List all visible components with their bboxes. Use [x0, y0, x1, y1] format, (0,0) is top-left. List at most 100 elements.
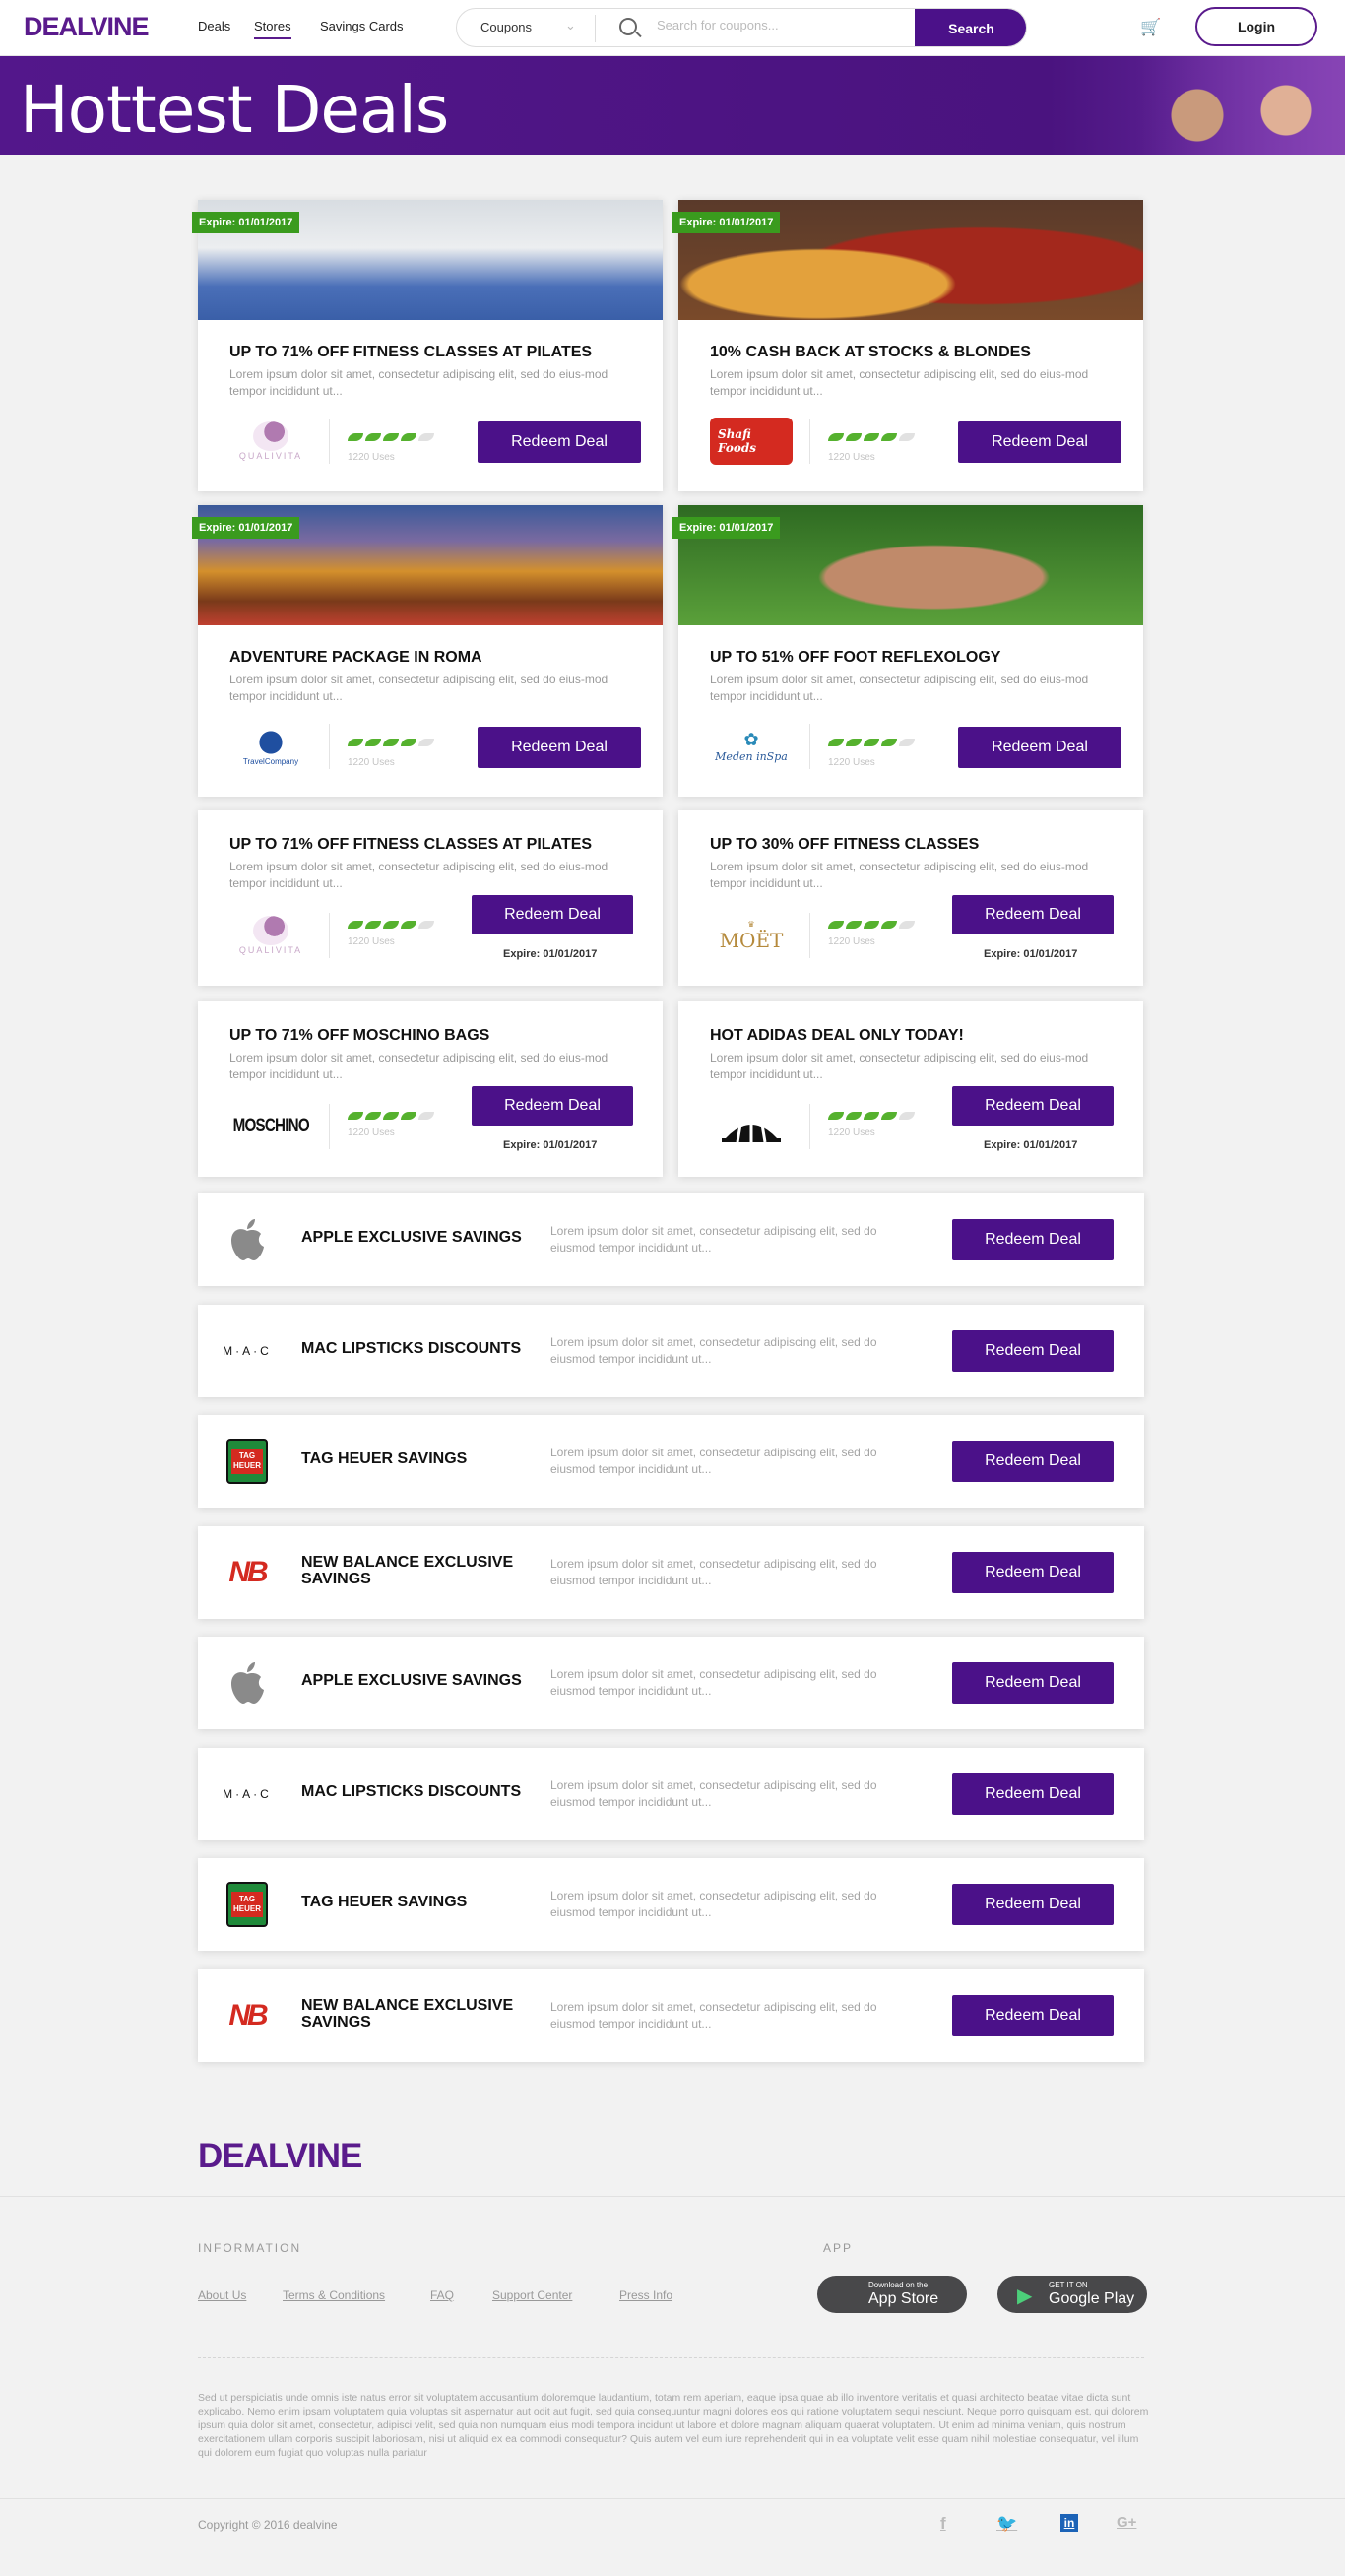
apple-logo [214, 1215, 281, 1264]
google-play-small-text: GET IT ON [1049, 2281, 1088, 2289]
hero-banner: Hottest Deals [0, 56, 1345, 155]
footer-link-support[interactable]: Support Center [492, 2288, 572, 2302]
list-deal-row[interactable]: M·A·C MAC LIPSTICKS DISCOUNTS Lorem ipsum … [198, 1748, 1144, 1840]
leaf-icon [864, 739, 879, 746]
deal-title[interactable]: MAC LIPSTICKS DISCOUNTS [301, 1783, 538, 1800]
redeem-deal-button[interactable]: Redeem Deal [952, 1773, 1114, 1815]
footer-link-press[interactable]: Press Info [619, 2288, 672, 2302]
search-button[interactable]: Search [915, 9, 1026, 46]
redeem-deal-button[interactable]: Redeem Deal [952, 1330, 1114, 1372]
nav-deals[interactable]: Deals [198, 19, 230, 33]
facebook-icon[interactable]: f [940, 2514, 946, 2534]
redeem-deal-button[interactable]: Redeem Deal [952, 1662, 1114, 1704]
deal-card[interactable]: Expire: 01/01/2017 10% CASH BACK AT STOCK… [672, 200, 1143, 491]
redeem-deal-button[interactable]: Redeem Deal [478, 421, 641, 463]
linkedin-icon[interactable]: in [1060, 2514, 1078, 2532]
redeem-deal-button[interactable]: Redeem Deal [952, 1086, 1114, 1126]
redeem-deal-button[interactable]: Redeem Deal [952, 1219, 1114, 1260]
deal-title[interactable]: TAG HEUER SAVINGS [301, 1450, 538, 1467]
login-button[interactable]: Login [1195, 7, 1317, 46]
deal-card[interactable]: Expire: 01/01/2017 ADVENTURE PACKAGE IN R… [192, 505, 663, 797]
leaf-icon [846, 921, 862, 929]
site-header: DEALVINE Deals Stores Savings Cards Coup… [0, 0, 1345, 56]
deal-card[interactable]: UP TO 71% OFF FITNESS CLASSES AT PILATES… [198, 810, 663, 986]
redeem-deal-button[interactable]: Redeem Deal [472, 895, 633, 934]
deal-card[interactable]: UP TO 30% OFF FITNESS CLASSES Lorem ipsum… [678, 810, 1143, 986]
search-input[interactable] [657, 18, 913, 32]
deal-title[interactable]: UP TO 71% OFF FITNESS CLASSES AT PILATES [229, 836, 592, 854]
list-deal-row[interactable]: TAG HEUER TAG HEUER SAVINGS Lorem ipsum do… [198, 1415, 1144, 1508]
leaf-icon [899, 921, 915, 929]
nav-stores[interactable]: Stores [254, 19, 291, 39]
redeem-deal-button[interactable]: Redeem Deal [952, 1441, 1114, 1482]
deal-title[interactable]: UP TO 51% OFF FOOT REFLEXOLOGY [710, 649, 1000, 667]
leaf-icon [383, 921, 399, 929]
redeem-deal-button[interactable]: Redeem Deal [958, 421, 1121, 463]
app-store-badge[interactable]: Download on the App Store [817, 2276, 967, 2313]
footer-link-about[interactable]: About Us [198, 2288, 246, 2302]
leaf-icon [365, 739, 381, 746]
redeem-deal-button[interactable]: Redeem Deal [952, 895, 1114, 934]
mac-logo: M·A·C [214, 1326, 281, 1376]
footer-logo[interactable]: DEALVINE [198, 2137, 362, 2176]
legal-text: Sed ut perspiciatis unde omnis iste natu… [198, 2392, 1149, 2459]
deal-title[interactable]: ADVENTURE PACKAGE IN ROMA [229, 649, 482, 667]
deal-title[interactable]: UP TO 71% OFF MOSCHINO BAGS [229, 1027, 489, 1045]
search-divider [595, 15, 596, 42]
deal-card[interactable]: Expire: 01/01/2017 UP TO 51% OFF FOOT REF… [672, 505, 1143, 797]
deal-card[interactable]: Expire: 01/01/2017 UP TO 71% OFF FITNESS … [192, 200, 663, 491]
leaf-icon [401, 1112, 416, 1120]
nav-savings-cards[interactable]: Savings Cards [320, 19, 404, 33]
deal-title[interactable]: 10% CASH BACK AT STOCKS & BLONDES [710, 344, 1031, 361]
leaf-icon [418, 1112, 434, 1120]
deal-title[interactable]: APPLE EXCLUSIVE SAVINGS [301, 1672, 538, 1689]
leaf-icon [365, 433, 381, 441]
deal-title[interactable]: MAC LIPSTICKS DISCOUNTS [301, 1340, 538, 1357]
deal-card[interactable]: UP TO 71% OFF MOSCHINO BAGS Lorem ipsum d… [198, 1001, 663, 1177]
deal-description: Lorem ipsum dolor sit amet, consectetur … [550, 1446, 877, 1476]
deal-description: Lorem ipsum dolor sit amet, consectetur … [710, 367, 1089, 398]
search-icon [619, 18, 637, 35]
list-deal-row[interactable]: APPLE EXCLUSIVE SAVINGS Lorem ipsum dolor… [198, 1637, 1144, 1729]
deal-title[interactable]: NEW BALANCE EXCLUSIVE SAVINGS [301, 1554, 538, 1587]
redeem-deal-button[interactable]: Redeem Deal [478, 727, 641, 768]
google-play-badge[interactable]: ▶ GET IT ON Google Play [997, 2276, 1147, 2313]
redeem-deal-button[interactable]: Redeem Deal [952, 1884, 1114, 1925]
cart-icon[interactable]: 🛒 [1140, 18, 1161, 37]
redeem-deal-button[interactable]: Redeem Deal [952, 1995, 1114, 2036]
redeem-deal-button[interactable]: Redeem Deal [472, 1086, 633, 1126]
coupon-category-select[interactable]: Coupons [480, 20, 532, 34]
list-deal-row[interactable]: APPLE EXCLUSIVE SAVINGS Lorem ipsum dolor… [198, 1193, 1144, 1286]
deal-title[interactable]: UP TO 71% OFF FITNESS CLASSES AT PILATES [229, 344, 592, 361]
deal-description: Lorem ipsum dolor sit amet, consectetur … [710, 673, 1089, 703]
leaf-icon [418, 921, 434, 929]
travel-company-logo: TravelCompany [229, 720, 312, 773]
twitter-icon[interactable]: 🐦 [996, 2514, 1017, 2534]
logo-divider [809, 724, 810, 769]
google-plus-icon[interactable]: G+ [1117, 2514, 1136, 2531]
deal-title[interactable]: HOT ADIDAS DEAL ONLY TODAY! [710, 1027, 964, 1045]
list-deal-row[interactable]: TAG HEUER TAG HEUER SAVINGS Lorem ipsum do… [198, 1858, 1144, 1951]
chevron-down-icon[interactable]: ⌄ [565, 18, 576, 33]
deal-title[interactable]: TAG HEUER SAVINGS [301, 1894, 538, 1910]
redeem-deal-button[interactable]: Redeem Deal [952, 1552, 1114, 1593]
redeem-deal-button[interactable]: Redeem Deal [958, 727, 1121, 768]
list-deal-row[interactable]: NB NEW BALANCE EXCLUSIVE SAVINGS Lorem ips… [198, 1969, 1144, 2062]
leaf-icon [864, 1112, 879, 1120]
deal-title[interactable]: UP TO 30% OFF FITNESS CLASSES [710, 836, 979, 854]
list-deal-row[interactable]: M·A·C MAC LIPSTICKS DISCOUNTS Lorem ipsum … [198, 1305, 1144, 1397]
footer-link-faq[interactable]: FAQ [430, 2288, 454, 2302]
deal-title[interactable]: APPLE EXCLUSIVE SAVINGS [301, 1229, 538, 1246]
deal-description: Lorem ipsum dolor sit amet, consectetur … [229, 1051, 608, 1081]
expire-date: Expire: 01/01/2017 [503, 1139, 598, 1151]
deal-title[interactable]: NEW BALANCE EXCLUSIVE SAVINGS [301, 1997, 538, 2030]
footer-link-terms[interactable]: Terms & Conditions [283, 2288, 385, 2302]
header-logo[interactable]: DEALVINE [24, 12, 150, 42]
rating-leaves [828, 739, 915, 746]
moet-logo: ♛ MOËT [719, 919, 784, 952]
meden-inspa-logo: ✿ Meden inSpa [715, 730, 788, 763]
leaf-icon [348, 739, 363, 746]
logo-divider [809, 1104, 810, 1149]
deal-card[interactable]: HOT ADIDAS DEAL ONLY TODAY! Lorem ipsum d… [678, 1001, 1143, 1177]
list-deal-row[interactable]: NB NEW BALANCE EXCLUSIVE SAVINGS Lorem ips… [198, 1526, 1144, 1619]
